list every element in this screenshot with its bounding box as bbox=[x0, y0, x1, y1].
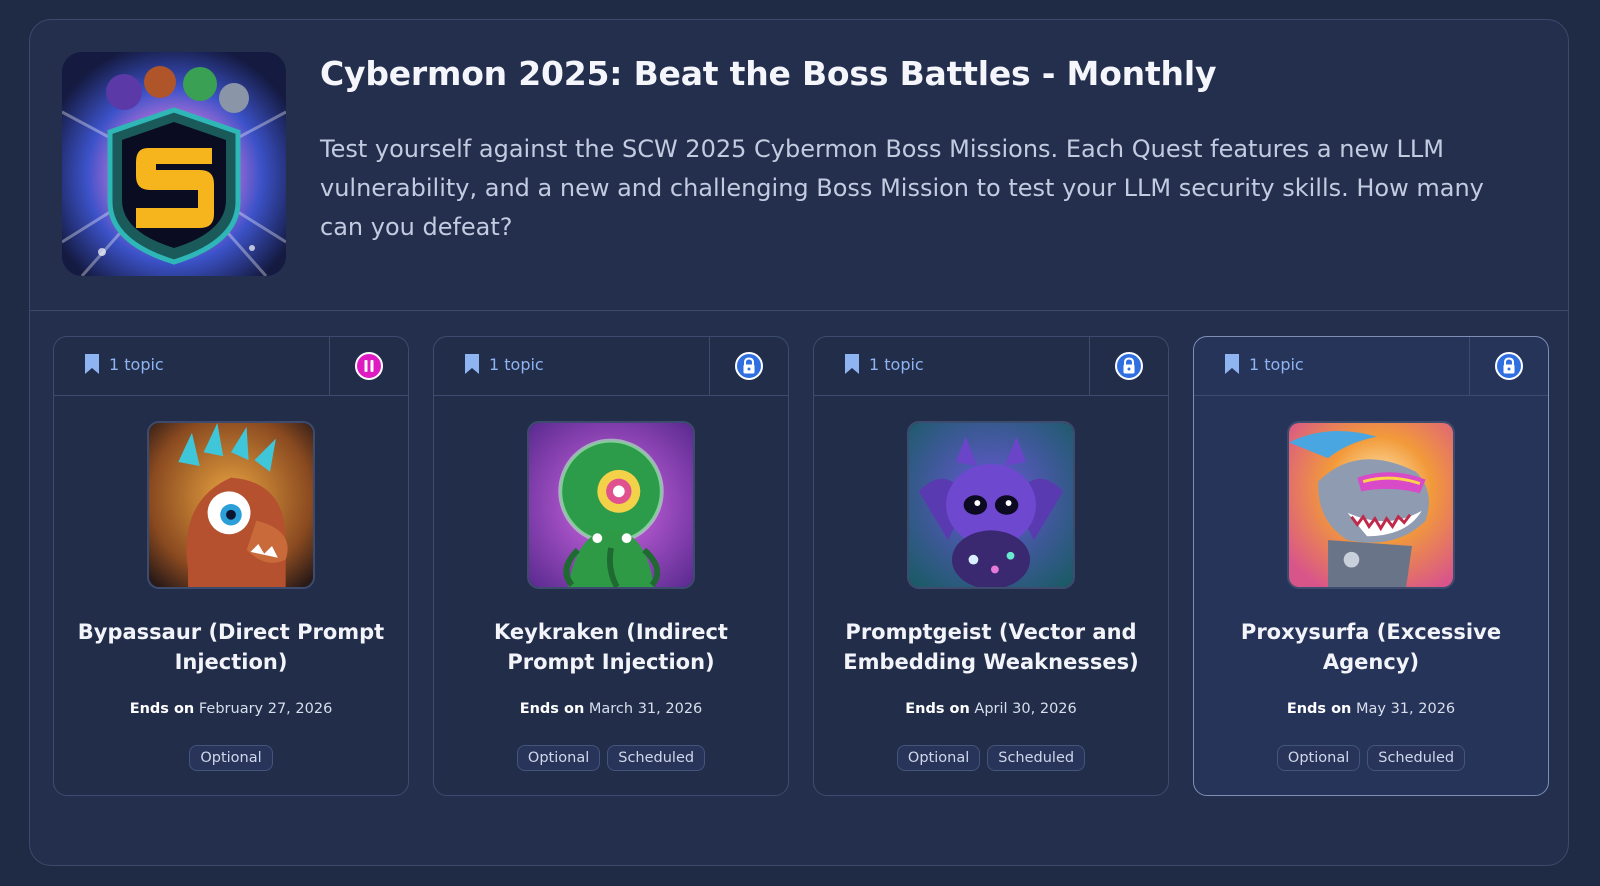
shark-monster-icon bbox=[1289, 423, 1453, 587]
mission-end-date: Ends on May 31, 2026 bbox=[1194, 701, 1548, 717]
shield-s-emblem-icon bbox=[62, 52, 286, 276]
mission-avatar-image bbox=[1287, 421, 1455, 589]
quest-title: Cybermon 2025: Beat the Boss Battles - M… bbox=[320, 54, 1217, 93]
topic-count: 1 topic bbox=[464, 353, 544, 375]
ghost-monster-icon bbox=[909, 423, 1073, 587]
quest-panel: Cybermon 2025: Beat the Boss Battles - M… bbox=[29, 19, 1569, 866]
mission-tags: Optional Scheduled bbox=[1194, 745, 1548, 771]
mission-card-header: 1 topic bbox=[54, 337, 408, 396]
topic-label: 1 topic bbox=[109, 354, 164, 374]
topic-count: 1 topic bbox=[1224, 353, 1304, 375]
tag-optional: Optional bbox=[1276, 745, 1361, 771]
mission-tags: Optional Scheduled bbox=[434, 745, 788, 771]
status-cell[interactable] bbox=[1089, 337, 1168, 395]
mission-title: Proxysurfa (Excessive Agency) bbox=[1240, 620, 1502, 674]
kraken-monster-icon bbox=[529, 423, 693, 587]
mission-card-keykraken[interactable]: 1 topic Keykraken (Indirect Prompt Injec… bbox=[433, 336, 789, 796]
status-cell[interactable] bbox=[709, 337, 788, 395]
quest-description: Test yourself against the SCW 2025 Cyber… bbox=[320, 135, 1484, 241]
ends-date: May 31, 2026 bbox=[1356, 701, 1456, 717]
mission-end-date: Ends on February 27, 2026 bbox=[54, 701, 408, 717]
topic-label: 1 topic bbox=[869, 354, 924, 374]
mission-title: Bypassaur (Direct Prompt Injection) bbox=[77, 620, 385, 674]
topic-label: 1 topic bbox=[489, 354, 544, 374]
status-cell[interactable] bbox=[329, 337, 408, 395]
mission-avatar-image bbox=[907, 421, 1075, 589]
ends-date: February 27, 2026 bbox=[198, 701, 333, 717]
mission-avatar-image bbox=[527, 421, 695, 589]
dinosaur-monster-icon bbox=[149, 423, 313, 587]
ends-label: Ends on bbox=[905, 701, 970, 717]
bookmark-icon bbox=[85, 354, 99, 374]
pause-icon[interactable] bbox=[354, 351, 384, 381]
topic-label: 1 topic bbox=[1249, 354, 1304, 374]
tag-scheduled: Scheduled bbox=[987, 745, 1086, 771]
mission-card-promptgeist[interactable]: 1 topic Promptgeist (Vector and Embeddin… bbox=[813, 336, 1169, 796]
mission-tags: Optional Scheduled bbox=[814, 745, 1168, 771]
quest-header: Cybermon 2025: Beat the Boss Battles - M… bbox=[30, 20, 1568, 311]
mission-card-header: 1 topic bbox=[434, 337, 788, 396]
tag-scheduled: Scheduled bbox=[607, 745, 706, 771]
mission-tags: Optional bbox=[54, 745, 408, 771]
bookmark-icon bbox=[845, 354, 859, 374]
tag-scheduled: Scheduled bbox=[1367, 745, 1466, 771]
mission-card-bypassaur[interactable]: 1 topic Bypassaur (Direct Prompt Injecti… bbox=[53, 336, 409, 796]
ends-date: April 30, 2026 bbox=[974, 701, 1077, 717]
tag-optional: Optional bbox=[896, 745, 981, 771]
tag-optional: Optional bbox=[516, 745, 601, 771]
quest-cover-image bbox=[62, 52, 286, 276]
mission-avatar-image bbox=[147, 421, 315, 589]
mission-title: Promptgeist (Vector and Embedding Weakne… bbox=[843, 620, 1139, 674]
topic-count: 1 topic bbox=[844, 353, 924, 375]
mission-end-date: Ends on March 31, 2026 bbox=[434, 701, 788, 717]
mission-card-proxysurfa[interactable]: 1 topic Proxysurfa (Excessive Agency) En… bbox=[1193, 336, 1549, 796]
lock-icon[interactable] bbox=[734, 351, 764, 381]
status-cell[interactable] bbox=[1469, 337, 1548, 395]
mission-card-header: 1 topic bbox=[814, 337, 1168, 396]
lock-icon[interactable] bbox=[1114, 351, 1144, 381]
bookmark-icon bbox=[465, 354, 479, 374]
ends-label: Ends on bbox=[519, 701, 585, 717]
mission-card-header: 1 topic bbox=[1194, 337, 1548, 396]
ends-date: March 31, 2026 bbox=[588, 701, 703, 717]
tag-optional: Optional bbox=[189, 745, 273, 771]
topic-count: 1 topic bbox=[84, 353, 164, 375]
lock-icon[interactable] bbox=[1494, 351, 1524, 381]
ends-label: Ends on bbox=[1286, 701, 1352, 717]
ends-label: Ends on bbox=[129, 701, 195, 717]
mission-title: Keykraken (Indirect Prompt Injection) bbox=[494, 620, 728, 674]
mission-end-date: Ends on April 30, 2026 bbox=[814, 701, 1168, 717]
bookmark-icon bbox=[1225, 354, 1239, 374]
mission-list: 1 topic Bypassaur (Direct Prompt Injecti… bbox=[53, 336, 1549, 806]
